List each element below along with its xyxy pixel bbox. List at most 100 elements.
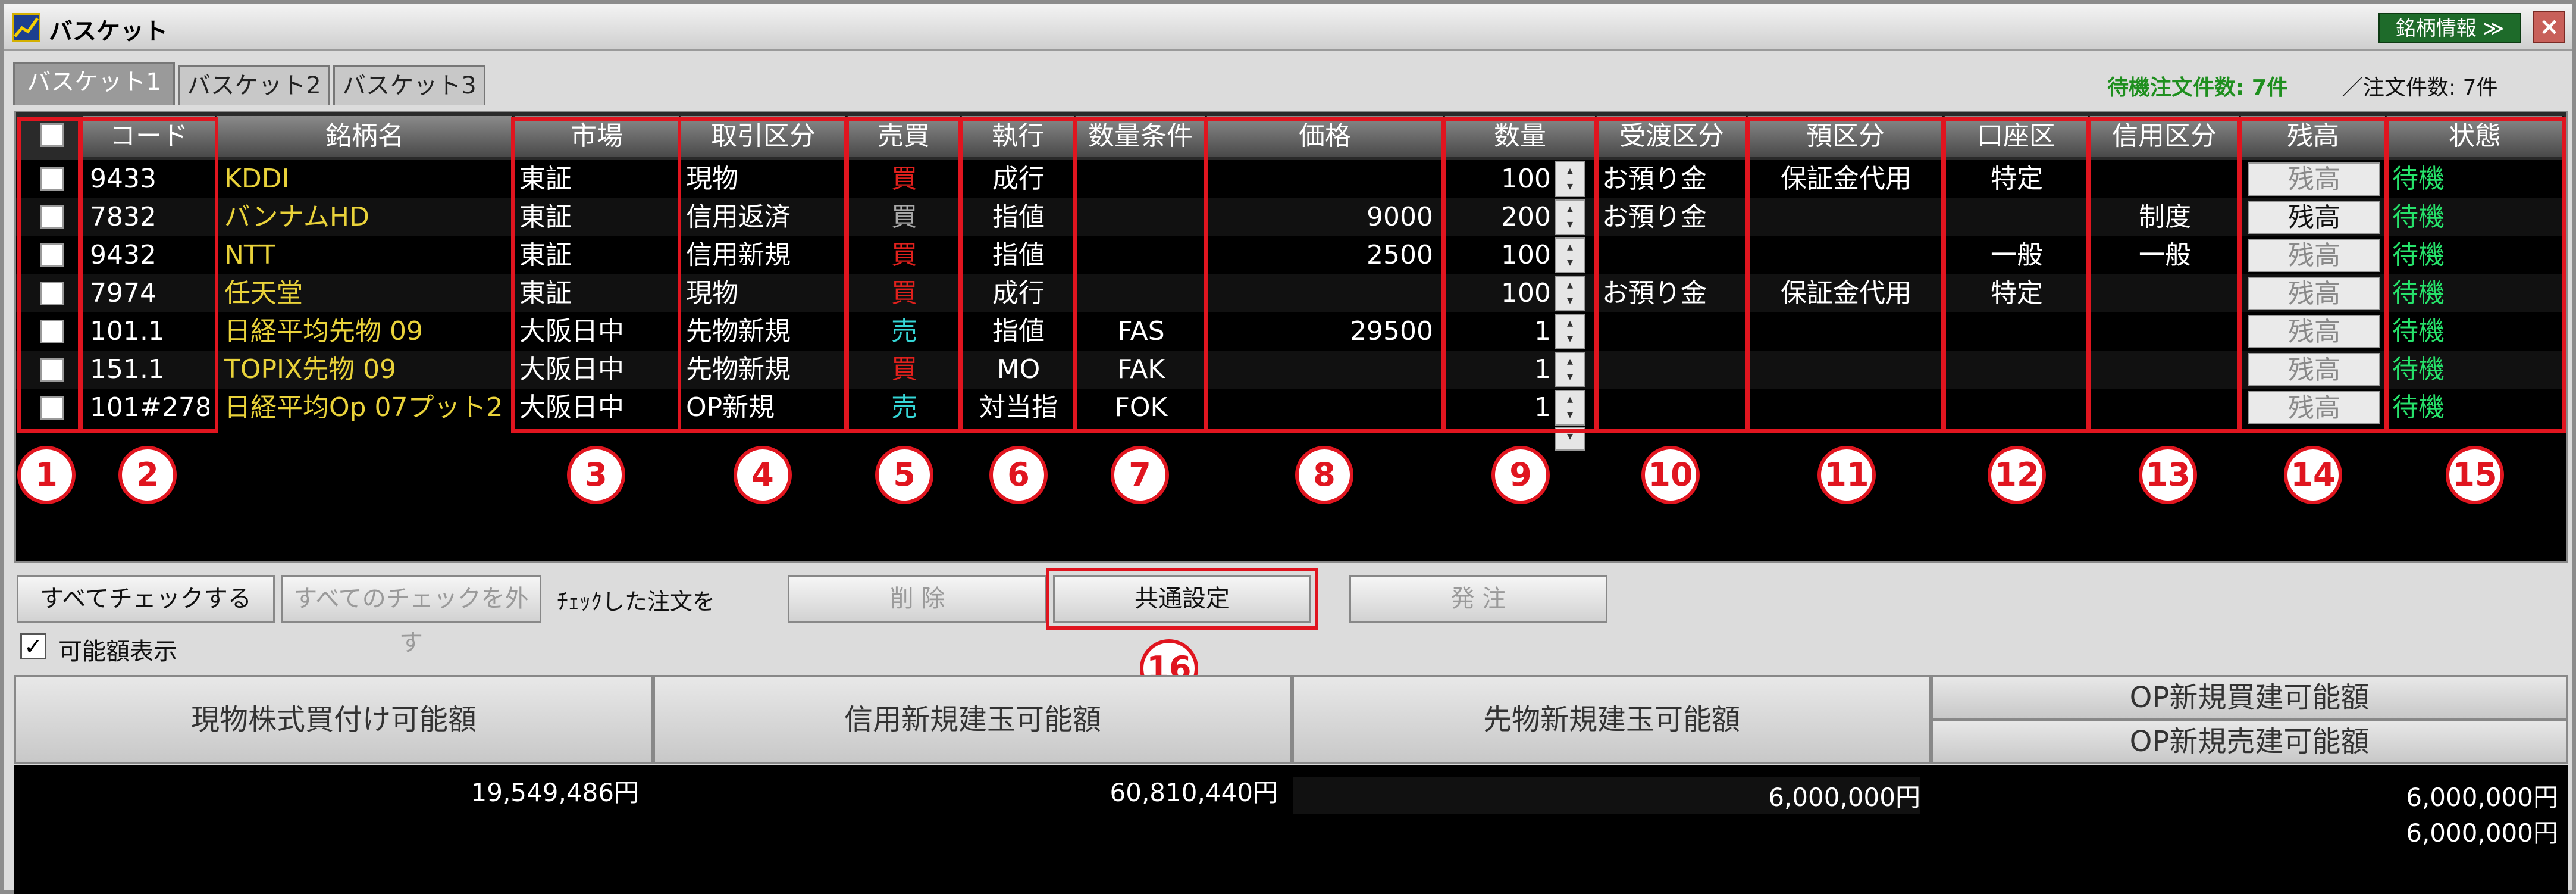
status-cell[interactable]: 待機 [2392, 312, 2564, 351]
side-cell[interactable]: 売 [848, 312, 961, 351]
table-row[interactable]: 9432 NTT 東証 信用新規買指値 2500 100 一般 一般 待機 ▴ ▾ 残高 [16, 236, 2566, 274]
delivery-cell[interactable]: お預り金 [1602, 198, 1747, 236]
credit-cell[interactable]: 一般 [2090, 236, 2240, 274]
row-checkbox[interactable] [40, 358, 64, 382]
status-cell[interactable]: 待機 [2392, 389, 2564, 427]
row-checkbox[interactable] [40, 320, 64, 343]
table-row[interactable]: 151.1 TOPIX先物 09 大阪日中 先物新規買 MO FAK 1 待機 ▴ ▾ 残高 [16, 351, 2566, 389]
table-row[interactable]: 101#278. 日経平均Op 07プット2 大阪日中 OP新規売対当指 FOK 1 待機 ▴… [16, 389, 2566, 427]
qty-condition-cell[interactable] [1076, 274, 1206, 312]
col-header-price[interactable]: 価格 [1207, 116, 1444, 157]
status-cell[interactable]: 待機 [2392, 160, 2564, 198]
delivery-cell[interactable] [1602, 351, 1747, 389]
row-checkbox[interactable] [40, 205, 64, 229]
side-cell[interactable]: 買 [848, 160, 961, 198]
code-cell[interactable]: 7832 [90, 198, 209, 236]
col-header-name[interactable]: 銘柄名 [217, 116, 513, 157]
row-checkbox[interactable] [40, 282, 64, 305]
execution-cell[interactable]: 成行 [962, 274, 1075, 312]
quantity-spinner[interactable]: ▴ ▾ [1555, 276, 1585, 311]
code-cell[interactable]: 101.1 [90, 312, 209, 351]
col-header-balance[interactable]: 残高 [2241, 116, 2386, 157]
name-cell[interactable]: 任天堂 [224, 274, 512, 312]
delivery-cell[interactable] [1602, 389, 1747, 427]
col-header-status[interactable]: 状態 [2387, 116, 2564, 157]
name-cell[interactable]: NTT [224, 236, 512, 274]
quantity-spinner[interactable]: ▴ ▾ [1555, 237, 1585, 273]
deposit-cell[interactable]: 保証金代用 [1748, 160, 1944, 198]
show-available-checkbox[interactable]: ✓ [20, 633, 46, 659]
credit-cell[interactable] [2090, 312, 2240, 351]
price-cell[interactable]: 29500 [1207, 312, 1433, 351]
col-header-delivery[interactable]: 受渡区分 [1597, 116, 1747, 157]
qty-condition-cell[interactable]: FAK [1076, 351, 1206, 389]
deposit-cell[interactable]: 保証金代用 [1748, 274, 1944, 312]
stock-info-button[interactable]: 銘柄情報 ≫ [2378, 13, 2521, 43]
quantity-spinner[interactable]: ▴ ▾ [1555, 161, 1585, 197]
qty-condition-cell[interactable] [1076, 236, 1206, 274]
deposit-cell[interactable] [1748, 351, 1944, 389]
tab-basket-2[interactable]: バスケット2 [178, 65, 330, 105]
trade-type-cell[interactable]: 現物 [686, 274, 845, 312]
price-cell[interactable] [1207, 351, 1433, 389]
name-cell[interactable]: KDDI [224, 160, 512, 198]
col-header-qty-condition[interactable]: 数量条件 [1076, 116, 1206, 157]
balance-button[interactable]: 残高 [2248, 239, 2380, 272]
delivery-cell[interactable]: お預り金 [1602, 160, 1747, 198]
credit-cell[interactable] [2090, 351, 2240, 389]
side-cell[interactable]: 買 [848, 274, 961, 312]
trade-type-cell[interactable]: 先物新規 [686, 312, 845, 351]
quantity-cell[interactable]: 1 [1445, 312, 1551, 351]
quantity-spinner[interactable]: ▴ ▾ [1555, 390, 1585, 426]
balance-button[interactable]: 残高 [2248, 162, 2380, 196]
balance-button[interactable]: 残高 [2248, 391, 2380, 424]
close-icon[interactable]: × [2533, 11, 2565, 43]
col-header-quantity[interactable]: 数量 [1445, 116, 1596, 157]
deposit-cell[interactable] [1748, 389, 1944, 427]
execution-cell[interactable]: 指値 [962, 198, 1075, 236]
quantity-cell[interactable]: 200 [1445, 198, 1551, 236]
execution-cell[interactable]: MO [962, 351, 1075, 389]
quantity-spinner[interactable]: ▴ ▾ [1555, 199, 1585, 235]
deposit-cell[interactable] [1748, 312, 1944, 351]
col-header-execution[interactable]: 執行 [962, 116, 1075, 157]
quantity-cell[interactable]: 100 [1445, 160, 1551, 198]
account-cell[interactable]: 特定 [1945, 274, 2089, 312]
qty-condition-cell[interactable]: FAS [1076, 312, 1206, 351]
status-cell[interactable]: 待機 [2392, 198, 2564, 236]
delete-button[interactable]: 削 除 [788, 575, 1047, 623]
quantity-spinner-extra[interactable]: ▾ [1555, 427, 1585, 451]
name-cell[interactable]: 日経平均Op 07プット2 [224, 389, 512, 427]
col-header-credit[interactable]: 信用区分 [2090, 116, 2240, 157]
price-cell[interactable]: 9000 [1207, 198, 1433, 236]
col-header-account[interactable]: 口座区 [1945, 116, 2089, 157]
select-all-checkbox[interactable] [40, 123, 64, 147]
trade-type-cell[interactable]: OP新規 [686, 389, 845, 427]
trade-type-cell[interactable]: 信用新規 [686, 236, 845, 274]
table-row[interactable]: 101.1 日経平均先物 09 大阪日中 先物新規売指値 FAS 29500 1 待機 ▴ ▾ 残… [16, 312, 2566, 351]
common-settings-button[interactable]: 共通設定 [1053, 575, 1311, 623]
credit-cell[interactable]: 制度 [2090, 198, 2240, 236]
delivery-cell[interactable] [1602, 236, 1747, 274]
qty-condition-cell[interactable] [1076, 160, 1206, 198]
account-cell[interactable] [1945, 389, 2089, 427]
row-checkbox[interactable] [40, 396, 64, 420]
check-all-button[interactable]: すべてチェックする [17, 575, 275, 623]
tab-basket-3[interactable]: バスケット3 [333, 65, 485, 105]
account-cell[interactable] [1945, 312, 2089, 351]
name-cell[interactable]: TOPIX先物 09 [224, 351, 512, 389]
execution-cell[interactable]: 対当指 [962, 389, 1075, 427]
table-row[interactable]: 7832 バンナムHD 東証 信用返済買指値 9000 200 お預り金 制度 待機 ▴ ▾ 残高 [16, 198, 2566, 236]
quantity-cell[interactable]: 1 [1445, 351, 1551, 389]
name-cell[interactable]: バンナムHD [224, 198, 512, 236]
market-cell[interactable]: 大阪日中 [519, 351, 679, 389]
quantity-cell[interactable]: 100 [1445, 274, 1551, 312]
table-row[interactable]: 7974 任天堂 東証 現物買成行 100 お預り金 保証金代用 特定 待機 ▴ ▾ 残高 [16, 274, 2566, 312]
trade-type-cell[interactable]: 信用返済 [686, 198, 845, 236]
account-cell[interactable]: 一般 [1945, 236, 2089, 274]
col-header-trade-type[interactable]: 取引区分 [681, 116, 847, 157]
col-header-side[interactable]: 売買 [848, 116, 961, 157]
market-cell[interactable]: 東証 [519, 274, 679, 312]
price-cell[interactable] [1207, 389, 1433, 427]
row-checkbox[interactable] [40, 243, 64, 267]
